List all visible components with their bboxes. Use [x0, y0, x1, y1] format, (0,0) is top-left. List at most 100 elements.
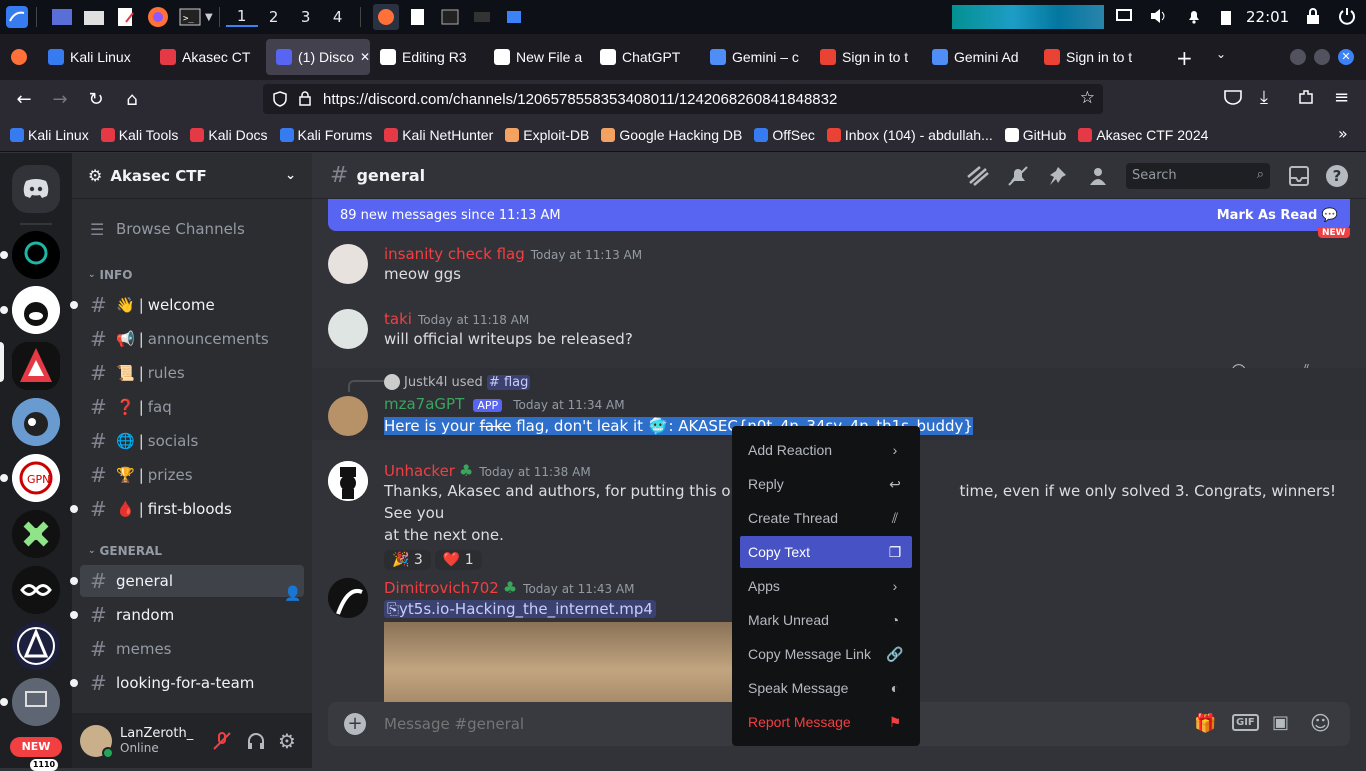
bookmark-item[interactable]: Kali Tools	[100, 127, 178, 143]
lock-icon[interactable]	[299, 91, 311, 110]
avatar[interactable]	[328, 461, 368, 501]
member-list-icon[interactable]	[1086, 165, 1110, 191]
tab-10[interactable]: Sign in to t	[1034, 34, 1144, 80]
tab-list-icon[interactable]: ⌄	[1216, 47, 1226, 61]
bookmark-item[interactable]: Kali Linux	[10, 127, 89, 143]
tab-6[interactable]: ChatGPT	[590, 34, 700, 80]
kali-menu-icon[interactable]	[4, 4, 30, 30]
channel-announcements[interactable]: # 📢 | announcements	[80, 323, 304, 355]
context-menu-item-mark-unread[interactable]: Mark Unread ◔	[740, 604, 912, 636]
gift-icon[interactable]: 🎁	[1194, 713, 1216, 734]
server-icon-4[interactable]	[12, 398, 60, 446]
server-icon-5[interactable]: GPN	[12, 454, 60, 502]
tab-9[interactable]: Gemini Ad	[922, 34, 1034, 80]
tab-2[interactable]: Akasec CT	[150, 34, 266, 80]
downloads-icon[interactable]: ⤓	[1260, 87, 1268, 108]
channel-faq[interactable]: # ❓ | faq	[80, 391, 304, 423]
minimize-button[interactable]	[1290, 49, 1306, 65]
more-bookmarks-icon[interactable]: »	[1338, 124, 1348, 143]
reply-reference[interactable]: Justk4l used # flag	[384, 372, 1358, 392]
reload-button[interactable]: ↻	[78, 83, 114, 115]
home-button[interactable]: ⌂	[114, 83, 150, 115]
editor-window-icon[interactable]	[405, 4, 431, 30]
url-bar[interactable]: https://discord.com/channels/12065785583…	[263, 84, 1103, 114]
tab-7[interactable]: Gemini – c	[700, 34, 810, 80]
avatar[interactable]	[328, 578, 368, 618]
avatar[interactable]	[328, 309, 368, 349]
browse-channels[interactable]: ☰ Browse Channels	[80, 211, 304, 247]
message-author[interactable]: taki	[384, 310, 412, 328]
inbox-icon[interactable]	[1288, 165, 1310, 191]
bookmark-item[interactable]: Google Hacking DB	[601, 127, 742, 143]
reaction-button[interactable]: 🎉 3	[384, 550, 431, 570]
upload-plus-icon[interactable]: +	[344, 713, 366, 735]
context-menu-item-speak-message[interactable]: Speak Message ◐	[740, 672, 912, 704]
pocket-icon[interactable]	[1224, 89, 1242, 109]
server-header[interactable]: ⚙ Akasec CTF ⌄	[72, 153, 312, 199]
reaction-button[interactable]: ❤️ 1	[434, 550, 482, 570]
lock-icon[interactable]	[1306, 8, 1320, 28]
file-manager-icon[interactable]	[81, 4, 107, 30]
context-menu-item-apps[interactable]: Apps ›	[740, 570, 912, 602]
bookmark-item[interactable]: Exploit-DB	[505, 127, 589, 143]
slash-command[interactable]: # flag	[486, 374, 531, 390]
message-author[interactable]: mza7aGPT	[384, 395, 464, 413]
back-button[interactable]: ←	[6, 83, 42, 115]
workspace-1[interactable]: 1	[225, 7, 258, 27]
maximize-button[interactable]	[1314, 49, 1330, 65]
context-menu-item-copy-text[interactable]: Copy Text ❐	[740, 536, 912, 568]
bookmark-item[interactable]: GitHub	[1004, 127, 1066, 143]
settings-gear-icon[interactable]: ⚙	[278, 729, 296, 753]
sticker-icon[interactable]: ▣	[1272, 712, 1289, 733]
channel-memes[interactable]: # memes	[80, 633, 304, 665]
channel-welcome[interactable]: # 👋 | welcome	[70, 289, 304, 321]
mark-as-read-button[interactable]: Mark As Read 💬	[1217, 208, 1338, 223]
terminal-window-icon[interactable]	[437, 4, 463, 30]
notification-settings-icon[interactable]	[1006, 165, 1030, 191]
notification-bell-icon[interactable]	[1186, 8, 1202, 28]
close-window-button[interactable]: ✕	[1338, 49, 1354, 65]
message-author[interactable]: Unhacker	[384, 462, 455, 480]
bookmark-item[interactable]: Kali NetHunter	[384, 127, 493, 143]
firefox-icon[interactable]	[145, 4, 171, 30]
bookmark-item[interactable]: Inbox (104) - abdullah...	[826, 127, 993, 143]
bookmark-item[interactable]: OffSec	[754, 127, 815, 143]
power-icon[interactable]	[1338, 7, 1356, 29]
attachment-link[interactable]: ⎘yt5s.io-Hacking_the_internet.mp4	[384, 600, 656, 618]
workspace-3[interactable]: 3	[290, 8, 322, 26]
mute-mic-icon[interactable]	[212, 731, 232, 755]
context-menu-item-reply[interactable]: Reply ↩	[740, 468, 912, 500]
help-icon[interactable]: ?	[1326, 165, 1348, 187]
blue-window-icon[interactable]	[501, 4, 527, 30]
context-menu-item-create-thread[interactable]: Create Thread ⫽	[740, 502, 912, 534]
shield-icon[interactable]	[273, 91, 287, 111]
search-input[interactable]: Search ⌕	[1126, 163, 1270, 189]
firefox-window-icon[interactable]	[372, 4, 399, 30]
category-info[interactable]: ⌄ INFO	[72, 261, 312, 289]
firefox-view-icon[interactable]	[0, 48, 38, 66]
context-menu-item-copy-message-link[interactable]: Copy Message Link 🔗	[740, 638, 912, 670]
pinned-messages-icon[interactable]	[1046, 165, 1070, 191]
channel-socials[interactable]: # 🌐 | socials	[80, 425, 304, 457]
server-icon-1[interactable]	[12, 231, 60, 279]
extensions-icon[interactable]	[1297, 88, 1315, 110]
tab-1[interactable]: Kali Linux	[38, 34, 150, 80]
bookmark-item[interactable]: Kali Docs	[190, 127, 268, 143]
server-icon-9[interactable]	[12, 678, 60, 726]
emoji-picker-icon[interactable]: ☺	[1310, 711, 1331, 735]
channel-general[interactable]: # general	[70, 565, 304, 597]
forward-button[interactable]: →	[42, 83, 78, 115]
avatar[interactable]	[328, 396, 368, 436]
threads-icon[interactable]	[966, 165, 990, 191]
server-icon-2[interactable]	[12, 286, 60, 334]
channel-first-bloods[interactable]: # 🩸 | first-bloods	[70, 493, 304, 525]
new-badge[interactable]: NEW	[10, 737, 62, 757]
chevron-down-icon[interactable]: ▼	[205, 12, 213, 23]
message[interactable]: taki Today at 11:18 AM will official writ…	[328, 309, 1358, 350]
gif-icon[interactable]: GIF	[1232, 714, 1259, 731]
screen-icon[interactable]	[1116, 8, 1132, 28]
message-author[interactable]: Dimitrovich702	[384, 579, 499, 597]
bookmark-star-icon[interactable]: ☆	[1080, 88, 1095, 108]
bookmark-item[interactable]: Kali Forums	[279, 127, 372, 143]
server-icon-7[interactable]	[12, 566, 60, 614]
